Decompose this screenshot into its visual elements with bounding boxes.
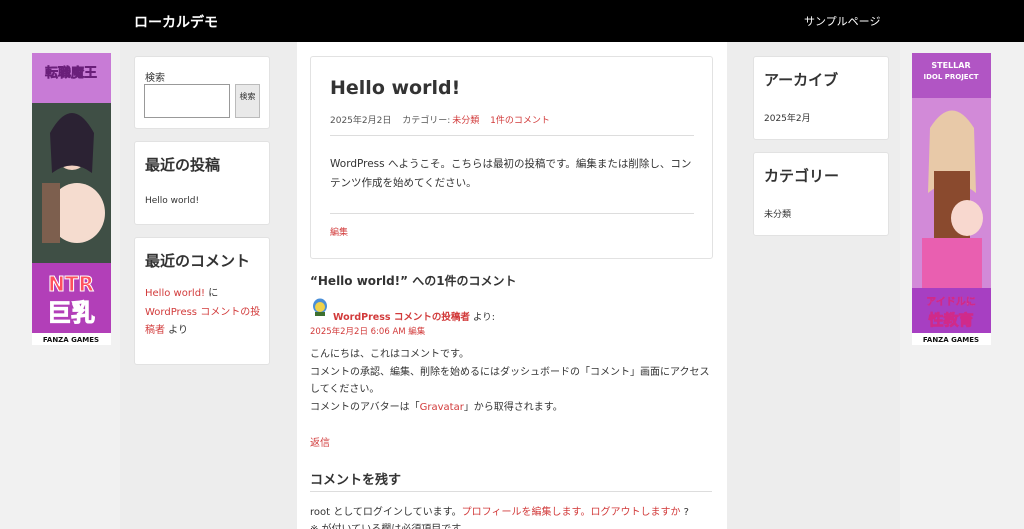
search-button[interactable]: 検索: [235, 84, 260, 118]
right-ad-banner[interactable]: STELLAR IDOL PROJECT アイドルに 性教育 FANZA GAM…: [912, 53, 991, 345]
right-ad-top-text-1: STELLAR: [931, 61, 970, 70]
comment-body: こんにちは、これはコメントです。 コメントの承認、編集、削除を始めるにはダッシュ…: [310, 346, 715, 416]
comment-line-3: コメントのアバターは「Gravatar」から取得されます。: [310, 399, 715, 417]
archive-item[interactable]: 2025年2月: [764, 111, 811, 124]
right-ad-image: STELLAR IDOL PROJECT アイドルに 性教育 FANZA GAM…: [912, 53, 991, 345]
category-item[interactable]: 未分類: [764, 207, 791, 220]
right-ad-top-text-2: IDOL PROJECT: [923, 73, 978, 81]
comment-author-said: より:: [469, 312, 495, 323]
logout-link[interactable]: ログアウトしますか: [590, 507, 680, 518]
commenter-avatar-icon: [313, 298, 327, 316]
logged-in-suffix: ?: [680, 507, 689, 518]
site-title[interactable]: ローカルデモ: [134, 12, 218, 32]
post-divider-top: [330, 135, 694, 136]
post-divider-bottom: [330, 213, 694, 214]
recent-comment-entry: Hello world! に WordPress コメントの投稿者 より: [145, 285, 263, 341]
gravatar-link[interactable]: Gravatar: [420, 402, 464, 413]
comment-date-link[interactable]: 2025年2月2日 6:06 AM: [310, 327, 406, 337]
recent-posts-widget: 最近の投稿 Hello world!: [134, 141, 270, 225]
recent-comment-connector: に: [205, 288, 219, 299]
post-category-link[interactable]: 未分類: [452, 116, 479, 126]
left-ad-top-text: 転職魔王: [45, 65, 97, 81]
right-ad-big-text-2: 性教育: [928, 311, 973, 329]
logged-in-as: root としてログインしています。: [310, 507, 462, 518]
recent-comment-author-link[interactable]: WordPress コメントの投稿者: [145, 307, 260, 337]
archives-title: アーカイブ: [764, 71, 839, 89]
comment-line-3-pre: コメントのアバターは「: [310, 401, 420, 413]
left-ad-brand: FANZA GAMES: [43, 336, 99, 344]
search-widget: 検索 検索: [134, 56, 270, 129]
post-meta: 2025年2月2日 カテゴリー: 未分類 1件のコメント: [330, 113, 558, 126]
post-body: WordPress へようこそ。こちらは最初の投稿です。編集または削除し、コンテ…: [330, 158, 692, 189]
search-input[interactable]: [144, 84, 230, 118]
comment-meta: 2025年2月2日 6:06 AM 編集: [310, 325, 425, 337]
post-edit-link[interactable]: 編集: [330, 225, 348, 238]
comment-line-1: こんにちは、これはコメントです。: [310, 349, 469, 360]
recent-posts-title: 最近の投稿: [145, 156, 221, 174]
comment-line-3-post: 」から取得されます。: [463, 401, 563, 413]
archives-widget: アーカイブ 2025年2月: [753, 56, 889, 140]
left-ad-big-text-1: NTR: [48, 272, 94, 296]
comment-author-link[interactable]: WordPress コメントの投稿者: [333, 312, 470, 323]
left-ad-big-text-2: 巨乳: [47, 299, 95, 327]
required-fields-note: ※ が付いている欄は必須項目です: [310, 520, 461, 529]
edit-profile-link[interactable]: プロフィールを編集します。: [462, 507, 591, 518]
nav-sample-page[interactable]: サンプルページ: [804, 13, 880, 29]
post-comment-count[interactable]: 1件のコメント: [490, 116, 550, 126]
recent-comment-post-link[interactable]: Hello world!: [145, 288, 205, 299]
comments-heading: “Hello world!” への1件のコメント: [310, 274, 517, 288]
left-ad-banner[interactable]: 転職魔王 NTR 巨乳 FANZA GAMES: [32, 53, 111, 345]
comment-author: WordPress コメントの投稿者 より:: [333, 309, 495, 323]
logged-in-notice: root としてログインしています。プロフィールを編集します。ログアウトしますか…: [310, 503, 689, 518]
right-ad-brand: FANZA GAMES: [923, 336, 979, 344]
recent-comments-widget: 最近のコメント Hello world! に WordPress コメントの投稿…: [134, 237, 270, 365]
left-ad-image: 転職魔王 NTR 巨乳 FANZA GAMES: [32, 53, 111, 345]
recent-post-item[interactable]: Hello world!: [145, 196, 199, 206]
leave-reply-divider: [310, 491, 712, 492]
post-card: Hello world! 2025年2月2日 カテゴリー: 未分類 1件のコメント…: [310, 56, 713, 259]
comment-reply-link[interactable]: 返信: [310, 434, 330, 449]
comment-edit-link[interactable]: 編集: [408, 327, 425, 337]
categories-widget: カテゴリー 未分類: [753, 152, 889, 236]
right-ad-big-text-1: アイドルに: [926, 296, 976, 308]
post-title[interactable]: Hello world!: [330, 77, 460, 99]
leave-reply-title: コメントを残す: [310, 473, 402, 488]
post-category-label: カテゴリー:: [402, 116, 451, 126]
recent-comment-suffix: より: [165, 325, 188, 336]
post-date[interactable]: 2025年2月2日: [330, 116, 391, 126]
search-label: 検索: [145, 73, 165, 84]
categories-title: カテゴリー: [764, 167, 840, 185]
recent-comments-title: 最近のコメント: [145, 252, 251, 270]
comment-line-2: コメントの承認、編集、削除を始めるにはダッシュボードの「コメント」画面にアクセス…: [310, 366, 710, 396]
site-header: ローカルデモ サンプルページ: [0, 0, 1024, 42]
